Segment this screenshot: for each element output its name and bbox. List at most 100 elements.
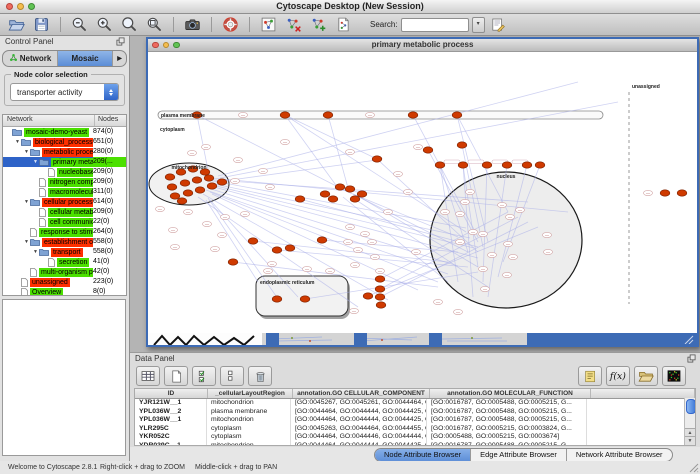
graph-node-small[interactable] <box>543 232 552 237</box>
background-window-edge[interactable] <box>266 333 279 345</box>
table-row[interactable]: YPL036W__1mitochondrion[GO:0044464, GO:0… <box>135 416 695 425</box>
snapshot-icon[interactable] <box>182 15 203 34</box>
tree-row[interactable]: cellular metabol209(0) <box>3 207 126 217</box>
graph-node-small[interactable] <box>202 144 211 149</box>
graph-node[interactable] <box>677 190 687 196</box>
expand-arrow-icon[interactable]: ▼ <box>23 149 30 155</box>
graph-node[interactable] <box>375 276 385 282</box>
graph-node-small[interactable] <box>344 239 353 244</box>
tree-row[interactable]: multi-organism pro42(0) <box>3 267 126 277</box>
expand-arrow-icon[interactable]: ▼ <box>23 239 30 245</box>
scroll-down-button[interactable]: ▼ <box>685 436 695 445</box>
network-canvas[interactable]: plasma membranecytoplasmmitochondrionnuc… <box>148 52 697 333</box>
column-header[interactable]: ID <box>135 389 208 398</box>
graph-node[interactable] <box>170 193 180 199</box>
graph-node-small[interactable] <box>184 209 193 214</box>
tab-overflow-arrow[interactable]: ▶ <box>113 51 126 66</box>
open-icon[interactable] <box>6 15 27 34</box>
attribute-table-icon[interactable] <box>136 366 160 386</box>
graph-node[interactable] <box>248 238 258 244</box>
tree-row[interactable]: ▼cellular process614(0) <box>3 197 126 207</box>
annotation-icon[interactable] <box>578 366 602 386</box>
tree-row[interactable]: nucleobase-209(0) <box>3 167 126 177</box>
graph-node[interactable] <box>372 156 382 162</box>
graph-node[interactable] <box>375 286 385 292</box>
column-header[interactable]: annotation.GO CELLULAR_COMPONENT <box>293 389 430 398</box>
graph-node[interactable] <box>217 179 227 185</box>
graph-node-small[interactable] <box>456 239 465 244</box>
graph-node-small[interactable] <box>361 231 370 236</box>
graph-node-small[interactable] <box>412 249 421 254</box>
graph-node[interactable] <box>285 245 295 251</box>
page-network-icon[interactable] <box>333 15 354 34</box>
tab-mosaic[interactable]: Mosaic <box>58 51 113 66</box>
save-icon[interactable] <box>31 15 52 34</box>
help-icon[interactable] <box>220 15 241 34</box>
graph-node[interactable] <box>228 259 238 265</box>
graph-node-small[interactable] <box>264 268 273 273</box>
graph-node[interactable] <box>207 183 217 189</box>
graph-node[interactable] <box>167 184 177 190</box>
graph-node-small[interactable] <box>503 272 512 277</box>
graph-node-small[interactable] <box>303 266 312 271</box>
table-row[interactable]: YKR052Ccytoplasm[GO:0044464, GO:0044446,… <box>135 433 695 442</box>
graph-node[interactable] <box>180 180 190 186</box>
graph-node-small[interactable] <box>414 144 423 149</box>
float-panel-icon[interactable] <box>116 37 125 48</box>
graph-node[interactable] <box>335 184 345 190</box>
table-scrollbar[interactable]: ▲ ▼ <box>684 398 695 445</box>
new-attribute-icon[interactable] <box>164 366 188 386</box>
table-row[interactable]: YDR039C__1mitochondrion[GO:0044464, GO:0… <box>135 442 695 446</box>
tree-row[interactable]: ▼establishment of lo558(0) <box>3 237 126 247</box>
graph-node-small[interactable] <box>454 309 463 314</box>
tree-row[interactable]: response to stimul264(0) <box>3 227 126 237</box>
graph-node[interactable] <box>535 162 545 168</box>
graph-node[interactable] <box>435 162 445 168</box>
function-builder-icon[interactable]: f(x) <box>606 366 630 386</box>
graph-node-small[interactable] <box>461 199 470 204</box>
graph-node[interactable] <box>660 190 670 196</box>
graph-node[interactable] <box>317 237 327 243</box>
delete-attribute-icon[interactable] <box>248 366 272 386</box>
graph-node-small[interactable] <box>441 209 450 214</box>
app-resize-grip[interactable] <box>688 462 699 473</box>
tab-network-attribute-browser[interactable]: Network Attribute Browser <box>567 449 672 461</box>
graph-node-small[interactable] <box>326 268 335 273</box>
background-window-edge[interactable] <box>429 333 442 345</box>
graph-node-small[interactable] <box>239 112 248 117</box>
graph-node[interactable] <box>177 198 187 204</box>
graph-node-small[interactable] <box>394 171 403 176</box>
graph-node[interactable] <box>408 112 418 118</box>
expand-arrow-icon[interactable]: ▼ <box>14 139 21 145</box>
graph-node-small[interactable] <box>481 286 490 291</box>
tab-edge-attribute-browser[interactable]: Edge Attribute Browser <box>471 449 567 461</box>
graph-node-small[interactable] <box>156 206 165 211</box>
tree-column-network[interactable]: Network <box>3 115 95 126</box>
search-dropdown-button[interactable]: ▾ <box>472 17 485 33</box>
graph-node-small[interactable] <box>504 241 513 246</box>
graph-node-small[interactable] <box>241 211 250 216</box>
zoom-out-icon[interactable] <box>69 15 90 34</box>
table-row[interactable]: YPL036W__2plasma membrane[GO:0044464, GO… <box>135 408 695 417</box>
network-destroy-icon[interactable] <box>283 15 304 34</box>
tree-row[interactable]: mosaic-demo-yeast874(0) <box>3 127 126 137</box>
matrix-icon[interactable] <box>662 366 686 386</box>
node-color-dropdown[interactable]: transporter activity <box>10 83 119 101</box>
tree-row[interactable]: secretion41(0) <box>3 257 126 267</box>
tree-row[interactable]: ▼transport558(0) <box>3 247 126 257</box>
graph-node-small[interactable] <box>281 139 290 144</box>
graph-node-small[interactable] <box>188 150 197 155</box>
graph-node[interactable] <box>345 186 355 192</box>
zoom-in-icon[interactable] <box>94 15 115 34</box>
unselect-attributes-icon[interactable] <box>220 366 244 386</box>
graph-node-small[interactable] <box>351 262 360 267</box>
graph-node[interactable] <box>204 175 214 181</box>
network-box-icon[interactable] <box>258 15 279 34</box>
scrollbar-thumb[interactable] <box>686 399 696 414</box>
graph-node-small[interactable] <box>350 308 359 313</box>
graph-node-small[interactable] <box>516 207 525 212</box>
network-create-icon[interactable] <box>308 15 329 34</box>
tree-row[interactable]: unassigned223(0) <box>3 277 126 287</box>
graph-node-small[interactable] <box>506 214 515 219</box>
graph-node-small[interactable] <box>376 268 385 273</box>
